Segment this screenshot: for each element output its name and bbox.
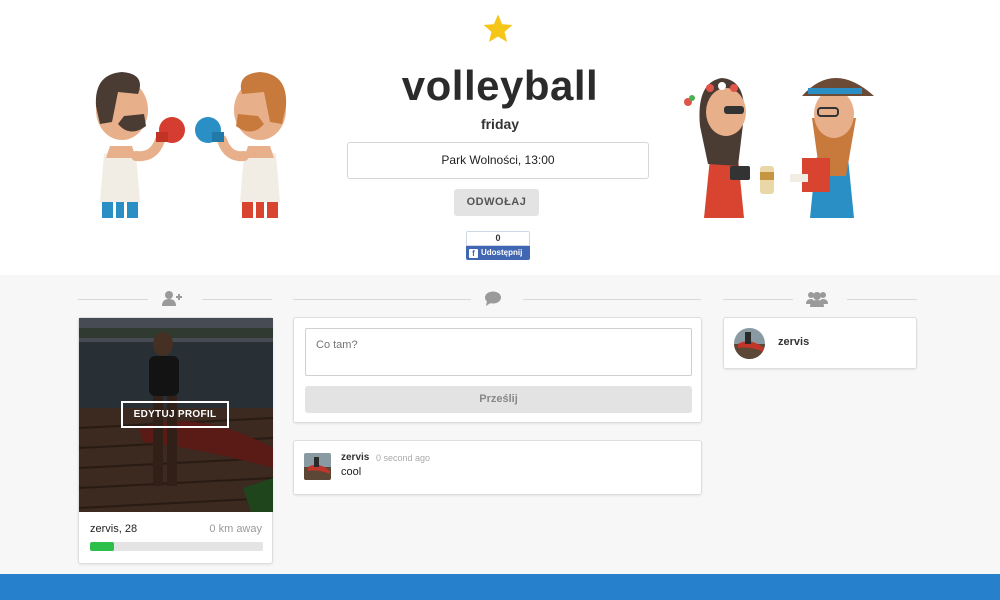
edit-profile-button[interactable]: EDYTUJ PROFIL	[121, 401, 229, 428]
event-location: Park Wolności, 13:00	[347, 142, 649, 179]
comment-input[interactable]	[305, 328, 692, 376]
submit-button[interactable]: Prześlij	[305, 386, 692, 413]
profile-section-header	[78, 290, 272, 310]
comments-section-header	[293, 290, 701, 310]
profile-progress-bar	[90, 542, 263, 551]
comment-text: cool	[341, 466, 362, 478]
divider	[523, 299, 701, 300]
comment-icon	[485, 291, 501, 306]
divider	[293, 299, 471, 300]
profile-card: EDYTUJ PROFIL zervis, 28 0 km away	[78, 317, 273, 564]
facebook-share-button[interactable]: 0 f Udostępnij	[466, 231, 530, 260]
share-count: 0	[466, 231, 530, 246]
hipsters-illustration	[684, 78, 874, 218]
profile-name-age: zervis, 28	[90, 523, 138, 535]
comment-item: zervis 0 second ago cool	[293, 440, 702, 495]
divider	[847, 299, 917, 300]
users-icon	[806, 292, 828, 307]
divider	[723, 299, 793, 300]
divider	[202, 299, 272, 300]
comment-timestamp: 0 second ago	[376, 453, 431, 463]
profile-distance: 0 km away	[209, 523, 262, 535]
profile-progress-fill	[90, 542, 115, 551]
member-item[interactable]: zervis	[723, 317, 917, 369]
add-user-icon	[162, 291, 182, 306]
comment-avatar[interactable]	[304, 453, 331, 480]
cancel-button[interactable]: ODWOŁAJ	[454, 189, 539, 216]
event-header: volleyball friday Park Wolności, 13:00 O…	[0, 0, 1000, 275]
divider	[78, 299, 148, 300]
footer-bar	[0, 574, 1000, 600]
member-avatar[interactable]	[734, 328, 765, 359]
members-section-header	[723, 290, 917, 310]
member-name[interactable]: zervis	[778, 336, 809, 348]
facebook-icon: f	[469, 248, 478, 258]
star-icon[interactable]	[481, 12, 515, 46]
share-label: Udostępnij	[481, 248, 523, 257]
comment-author[interactable]: zervis	[341, 452, 369, 463]
comment-composer: Prześlij	[293, 317, 702, 423]
share-button-body[interactable]: f Udostępnij	[466, 246, 530, 260]
